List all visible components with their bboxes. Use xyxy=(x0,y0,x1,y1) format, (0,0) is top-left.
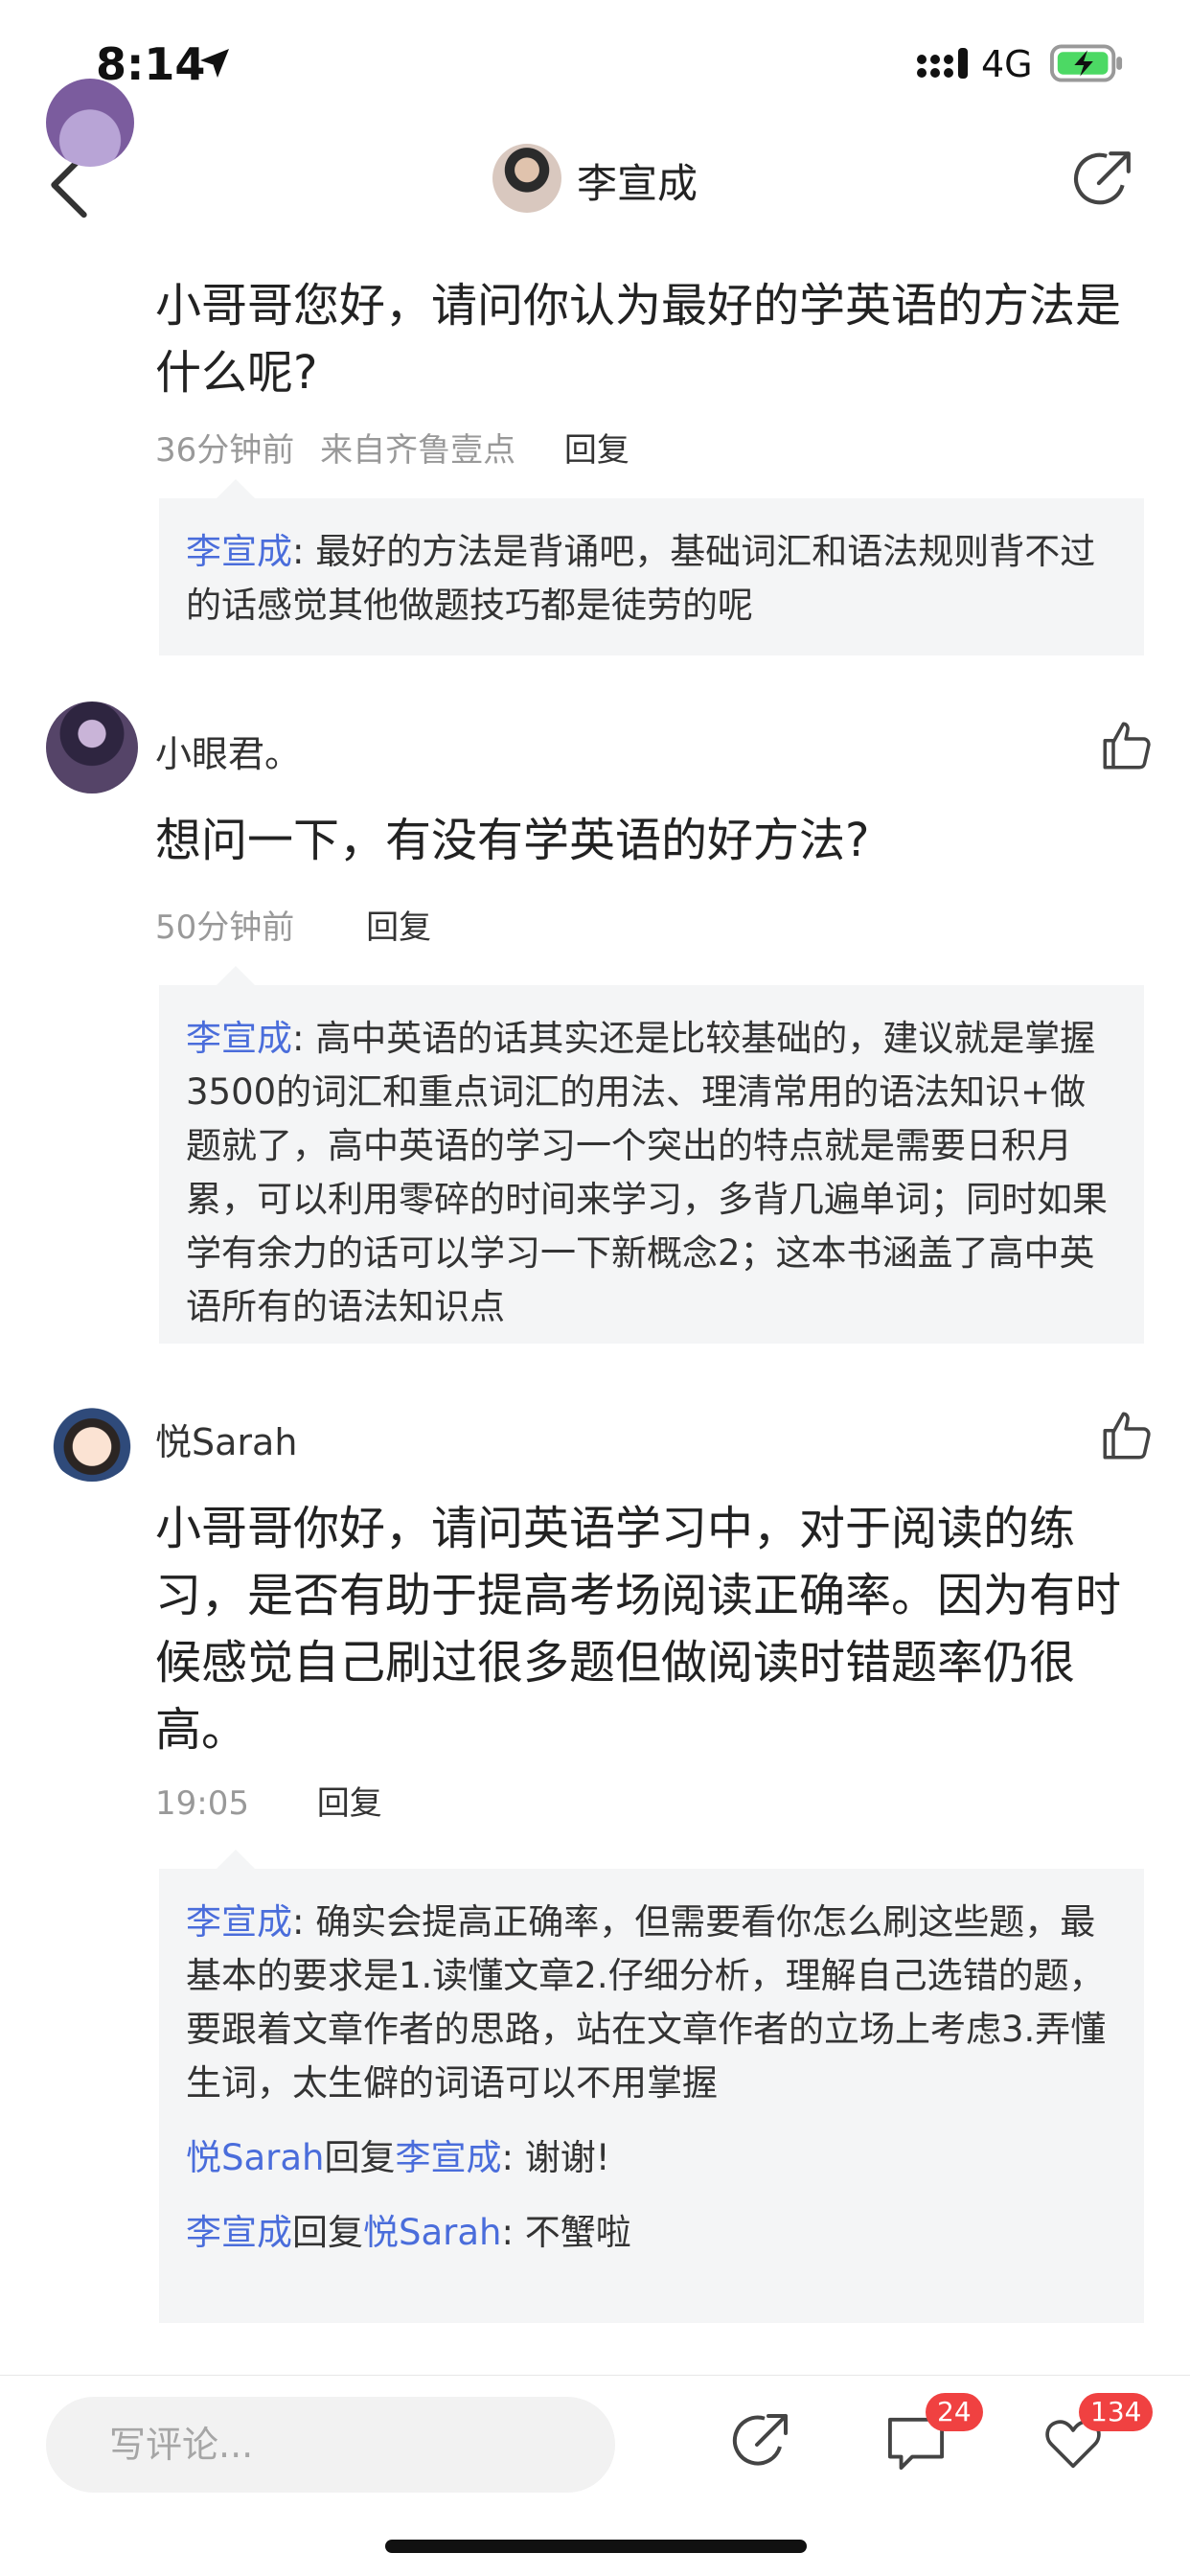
reply-target-link[interactable]: 悦Sarah xyxy=(363,2212,502,2253)
comment-meta: 36分钟前 来自齐鲁壹点 回复 xyxy=(155,424,629,471)
comment-text: 想问一下，有没有学英语的好方法? xyxy=(155,814,870,867)
comment-count-badge: 24 xyxy=(926,2393,983,2431)
comment-input[interactable]: 写评论... xyxy=(46,2397,615,2493)
thumbs-up-icon[interactable] xyxy=(1100,719,1154,772)
reply-item: 李宣成回复悦Sarah: 不蟹啦 xyxy=(186,2206,1121,2260)
status-bar: 8:14 4G xyxy=(0,0,1190,126)
commenter-avatar[interactable] xyxy=(46,1390,138,1482)
comment-time: 50分钟前 xyxy=(155,908,295,947)
comment-text: 小哥哥您好，请问你认为最好的学英语的方法是什么呢? xyxy=(155,279,1122,400)
commenter-avatar[interactable] xyxy=(46,79,134,167)
reply-item: 悦Sarah回复李宣成: 谢谢! xyxy=(186,2131,1121,2185)
comment-source: 来自齐鲁壹点 xyxy=(320,431,516,470)
reply-target-link[interactable]: 李宣成 xyxy=(396,2137,502,2178)
commenter-name[interactable]: 悦Sarah xyxy=(155,1413,297,1465)
reply-item: 李宣成: 最好的方法是背诵吧，基础词汇和语法规则背不过的话感觉其他做题技巧都是徒… xyxy=(186,525,1121,632)
reply-thread: 李宣成: 高中英语的话其实还是比较基础的，建议就是掌握3500的词汇和重点词汇的… xyxy=(159,966,1144,1344)
reply-text: : 最好的方法是背诵吧，基础词汇和语法规则背不过的话感觉其他做题技巧都是徒劳的呢 xyxy=(186,531,1096,626)
author-avatar[interactable] xyxy=(492,144,561,213)
reply-item: 李宣成: 确实会提高正确率，但需要看你怎么刷这些题，最基本的要求是1.读懂文章2… xyxy=(186,1896,1121,2110)
location-arrow-icon xyxy=(200,49,229,78)
reply-author-link[interactable]: 李宣成 xyxy=(186,1901,292,1943)
reply-author-link[interactable]: 李宣成 xyxy=(186,531,292,572)
share-icon[interactable] xyxy=(730,2410,791,2472)
reply-button[interactable]: 回复 xyxy=(564,431,629,470)
like-count-badge: 134 xyxy=(1079,2393,1154,2431)
reply-item: 李宣成: 高中英语的话其实还是比较基础的，建议就是掌握3500的词汇和重点词汇的… xyxy=(186,1012,1121,1334)
commenter-name[interactable]: 小眼君。 xyxy=(155,724,301,777)
signal-icon xyxy=(917,48,968,79)
reply-author-link[interactable]: 李宣成 xyxy=(186,1018,292,1059)
network-type: 4G xyxy=(981,43,1033,85)
comment-time: 19:05 xyxy=(155,1784,249,1823)
reply-author-link[interactable]: 李宣成 xyxy=(186,2212,292,2253)
home-indicator xyxy=(385,2540,807,2553)
share-icon[interactable] xyxy=(1071,148,1134,211)
reply-text: : 不蟹啦 xyxy=(501,2212,631,2253)
comment-time: 36分钟前 xyxy=(155,431,295,470)
comment-meta: 50分钟前 回复 xyxy=(155,901,431,948)
comment-text: 小哥哥你好，请问英语学习中，对于阅读的练习，是否有助于提高考场阅读正确率。因为有… xyxy=(155,1502,1122,1757)
reply-thread: 李宣成: 最好的方法是背诵吧，基础词汇和语法规则背不过的话感觉其他做题技巧都是徒… xyxy=(159,479,1144,656)
commenter-avatar[interactable] xyxy=(46,702,138,794)
reply-text: : 谢谢! xyxy=(501,2137,610,2178)
status-time: 8:14 xyxy=(96,38,206,90)
thumbs-up-icon[interactable] xyxy=(1100,1409,1154,1462)
reply-thread: 李宣成: 确实会提高正确率，但需要看你怎么刷这些题，最基本的要求是1.读懂文章2… xyxy=(159,1850,1144,2323)
comment-meta: 19:05 回复 xyxy=(155,1777,382,1824)
reply-connector: 回复 xyxy=(292,2212,363,2253)
reply-connector: 回复 xyxy=(324,2137,396,2178)
nav-bar: 李宣成 xyxy=(0,134,1190,249)
reply-button[interactable]: 回复 xyxy=(366,908,431,947)
reply-button[interactable]: 回复 xyxy=(317,1784,382,1823)
reply-text: : 确实会提高正确率，但需要看你怎么刷这些题，最基本的要求是1.读懂文章2.仔细… xyxy=(186,1901,1107,2104)
reply-text: : 高中英语的话其实还是比较基础的，建议就是掌握3500的词汇和重点词汇的用法、… xyxy=(186,1018,1108,1327)
battery-charging-icon xyxy=(1050,44,1123,82)
reply-author-link[interactable]: 悦Sarah xyxy=(186,2137,325,2178)
page-title: 李宣成 xyxy=(577,160,698,207)
